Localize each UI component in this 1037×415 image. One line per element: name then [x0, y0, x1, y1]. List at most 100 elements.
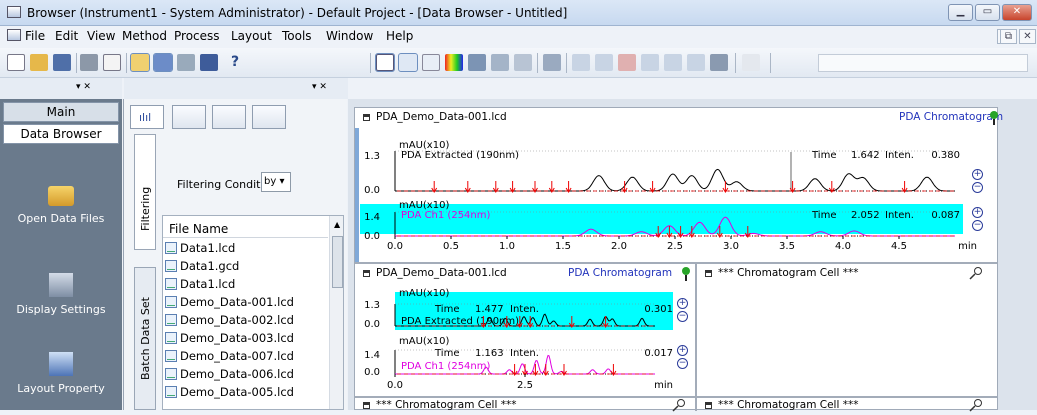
tab-chromatogram[interactable]: ılıl: [130, 105, 164, 129]
side-tab-filtering[interactable]: Filtering: [134, 134, 156, 250]
chromatogram-icon[interactable]: [375, 53, 395, 72]
cell-collapse-icon[interactable]: [363, 114, 370, 121]
peak-table-icon[interactable]: [468, 54, 486, 71]
mdi-close-button[interactable]: ✕: [1019, 29, 1036, 44]
panel-close-icon[interactable]: ▾ ✕: [312, 82, 327, 92]
batch-icon[interactable]: [543, 54, 561, 71]
menu-edit[interactable]: Edit: [55, 29, 78, 43]
menu-window[interactable]: Window: [326, 29, 373, 43]
menu-view[interactable]: View: [87, 29, 115, 43]
main-chromatogram-chart[interactable]: mAU(x10)1.30.0PDA Extracted (190nm) Time 1…: [355, 126, 997, 262]
zoom-out-icon-3[interactable]: −: [677, 311, 688, 322]
menu-process[interactable]: Process: [174, 29, 220, 43]
compare-icon[interactable]: [687, 54, 705, 71]
layout-document: PDA_Demo_Data-001.lcd PDA Chromatogram m…: [354, 107, 1003, 414]
file-row[interactable]: Demo_Data-001.lcd: [165, 295, 294, 311]
cell-collapse-icon[interactable]: [363, 270, 370, 277]
filtering-condition-select[interactable]: by ▾: [261, 172, 291, 192]
delete-row-icon[interactable]: [618, 54, 636, 71]
menu-file[interactable]: File: [25, 29, 45, 43]
open-folder-icon[interactable]: [30, 54, 48, 71]
cell-collapse-icon[interactable]: [705, 270, 712, 277]
file-row[interactable]: Demo_Data-006.lcd: [165, 367, 294, 383]
library-search-icon[interactable]: [514, 54, 532, 71]
window-icon[interactable]: [200, 54, 218, 71]
pin-tool-icon[interactable]: [742, 54, 760, 71]
table-view-icon[interactable]: [177, 54, 195, 71]
data-explorer-icon[interactable]: [130, 53, 150, 72]
zoom-in-icon-3[interactable]: +: [677, 298, 688, 309]
zoom-in-icon[interactable]: +: [972, 169, 983, 180]
toolbar-combo[interactable]: [818, 54, 1028, 72]
help-icon[interactable]: ?: [231, 54, 239, 70]
layout-view-icon[interactable]: [153, 53, 173, 72]
file-list-scrollbar[interactable]: ▲: [329, 216, 343, 409]
print-icon[interactable]: [80, 54, 98, 71]
cell-collapse-icon[interactable]: [705, 402, 712, 409]
nav-tab-data-browser[interactable]: Data Browser: [3, 124, 119, 144]
file-row[interactable]: Demo_Data-002.lcd: [165, 313, 294, 329]
side-tab-batch-data-set[interactable]: Batch Data Set: [134, 267, 156, 410]
empty-chromatogram-cell-3[interactable]: *** Chromatogram Cell ***: [697, 396, 997, 414]
small-chromatogram-chart[interactable]: mAU(x10) 1.3 0.0 Time 1.477 Inten. 0.301 PDA Ex…: [355, 282, 697, 396]
nav-layout-property[interactable]: Layout Property: [0, 352, 122, 395]
zoom-in-icon-4[interactable]: +: [677, 345, 688, 356]
empty-chromatogram-cell[interactable]: *** Chromatogram Cell ***: [697, 264, 997, 396]
tab-settings[interactable]: [252, 105, 286, 129]
cell-collapse-icon[interactable]: [363, 402, 370, 409]
export-icon[interactable]: [710, 54, 728, 71]
file-row[interactable]: Data1.gcd: [165, 259, 239, 275]
file-name-header[interactable]: File Name: [163, 216, 328, 238]
list-icon[interactable]: [595, 54, 613, 71]
x-unit-label: min: [654, 380, 673, 391]
nav-tab-main[interactable]: Main: [3, 102, 119, 122]
empty-cell-header-3: *** Chromatogram Cell ***: [697, 396, 858, 414]
pda-view-icon[interactable]: [398, 53, 418, 72]
print-preview-icon[interactable]: [103, 54, 121, 71]
insert-row-icon[interactable]: [572, 54, 590, 71]
file-row[interactable]: Demo_Data-005.lcd: [165, 385, 294, 401]
zoom-out-icon-4[interactable]: −: [677, 358, 688, 369]
scroll-up-icon[interactable]: ▲: [334, 220, 340, 229]
maximize-button[interactable]: ▭: [975, 4, 1000, 21]
menu-layout[interactable]: Layout: [231, 29, 272, 43]
small-chromatogram-cell[interactable]: PDA_Demo_Data-001.lcd PDA Chromatogram m…: [355, 264, 690, 396]
tab-method[interactable]: [212, 105, 246, 129]
pda-contour-icon[interactable]: [422, 54, 440, 71]
file-name: Demo_Data-002.lcd: [180, 313, 294, 327]
nav-open-data-files[interactable]: Open Data Files: [0, 182, 122, 225]
nav-display-settings[interactable]: Display Settings: [0, 273, 122, 316]
file-row[interactable]: Demo_Data-007.lcd: [165, 349, 294, 365]
x-tick-label: 4.0: [835, 241, 851, 252]
x-tick-label: 3.5: [779, 241, 795, 252]
left-nav-pin-icon[interactable]: ▾ ✕: [76, 82, 91, 92]
scroll-thumb[interactable]: [332, 236, 343, 288]
empty-cell-header: *** Chromatogram Cell ***: [697, 264, 858, 282]
spectrum-icon[interactable]: [445, 54, 463, 71]
new-file-icon[interactable]: [7, 54, 25, 71]
menu-method[interactable]: Method: [122, 29, 167, 43]
zoom-out-icon-2[interactable]: −: [972, 220, 983, 231]
pda-pin-icon[interactable]: [988, 110, 998, 125]
main-chromatogram-cell[interactable]: PDA_Demo_Data-001.lcd PDA Chromatogram m…: [355, 108, 1003, 262]
pda-pin-icon[interactable]: [680, 266, 690, 281]
menu-tools[interactable]: Tools: [282, 29, 312, 43]
filter-icon[interactable]: [664, 54, 682, 71]
empty-chromatogram-cell-2[interactable]: *** Chromatogram Cell ***: [355, 398, 695, 412]
menu-help[interactable]: Help: [386, 29, 413, 43]
minimize-button[interactable]: ▁: [948, 4, 973, 21]
document-icon[interactable]: [7, 29, 21, 41]
file-row[interactable]: Data1.lcd: [165, 241, 235, 257]
zoom-in-icon-2[interactable]: +: [972, 207, 983, 218]
file-row[interactable]: Demo_Data-003.lcd: [165, 331, 294, 347]
main-cell-header: PDA_Demo_Data-001.lcd: [355, 108, 507, 126]
zoom-out-icon[interactable]: −: [972, 182, 983, 193]
tab-report[interactable]: [172, 105, 206, 129]
mdi-restore-button[interactable]: ⧉: [1000, 29, 1017, 44]
file-row[interactable]: Data1.lcd: [165, 277, 235, 293]
pda-report-icon[interactable]: [491, 54, 509, 71]
save-icon[interactable]: [53, 54, 71, 71]
sort-icon[interactable]: [641, 54, 659, 71]
close-button[interactable]: ✕: [1002, 4, 1032, 21]
pin-icon[interactable]: [969, 266, 983, 280]
